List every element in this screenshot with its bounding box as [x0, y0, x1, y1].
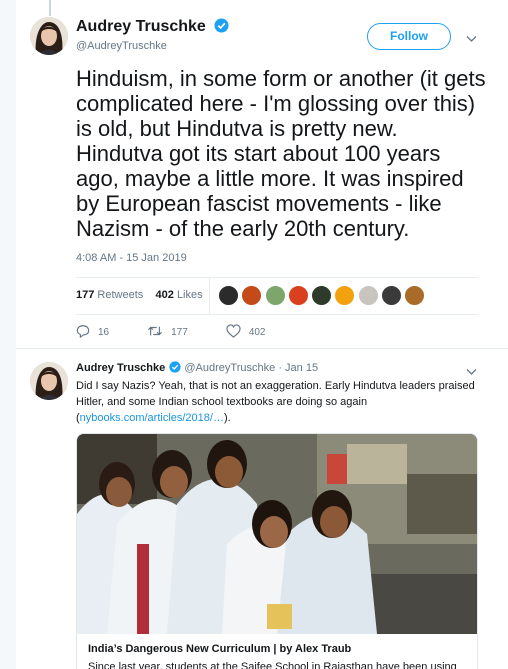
reply-author-avatar[interactable] [30, 362, 68, 400]
liker-avatar-5[interactable] [311, 285, 333, 306]
thread-line-top [49, 0, 51, 16]
reply-count: 16 [98, 327, 110, 338]
card-description: Since last year, students at the Saifee … [88, 661, 457, 669]
retweets-label: Retweets [97, 289, 144, 301]
heart-icon [226, 324, 249, 341]
verified-badge-icon [169, 361, 181, 376]
verified-badge-icon [214, 18, 229, 38]
reply-icon [76, 324, 98, 341]
retweet-button[interactable]: 177 [147, 324, 188, 341]
liker-avatar-7[interactable] [357, 285, 379, 306]
follow-button[interactable]: Follow [367, 23, 451, 50]
stats-divider [209, 278, 210, 314]
reply-header: Audrey Truschke @AudreyTruschke · Jan 15 [76, 361, 318, 376]
liker-avatar-9[interactable] [404, 285, 426, 306]
divider [76, 277, 478, 278]
link-preview-card[interactable]: India’s Dangerous New Curriculum | by Al… [76, 433, 478, 669]
reply-author-name[interactable]: Audrey Truschke [76, 362, 165, 374]
tweet-text: Hinduism, in some form or another (it ge… [76, 66, 486, 241]
likes-count: 402 [155, 289, 174, 301]
reply-button[interactable]: 16 [76, 324, 109, 341]
liker-avatar-3[interactable] [264, 285, 286, 306]
liker-avatar-2[interactable] [241, 285, 263, 306]
reply-text-end: ). [223, 412, 231, 424]
card-title: India’s Dangerous New Curriculum | by Al… [88, 643, 352, 655]
liker-avatars [218, 285, 428, 306]
divider [76, 314, 478, 315]
reply-author-handle[interactable]: @AudreyTruschke [184, 362, 275, 374]
tweet-timestamp[interactable]: 4:08 AM - 15 Jan 2019 [76, 252, 187, 264]
like-button[interactable]: 402 [226, 324, 266, 341]
divider [16, 348, 508, 349]
retweets-count: 177 [76, 289, 95, 301]
reply-text: Did I say Nazis? Yeah, that is not an ex… [76, 378, 476, 426]
retweet-icon [147, 324, 171, 341]
reply-date[interactable]: · Jan 15 [278, 362, 318, 374]
chevron-down-icon[interactable] [466, 30, 477, 48]
retweets-stat[interactable]: 177 Retweets [76, 289, 143, 301]
retweet-count: 177 [171, 327, 188, 338]
liker-avatar-4[interactable] [287, 285, 309, 306]
article-link[interactable]: nybooks.com/articles/2018/… [80, 412, 224, 424]
tweet-actions: 16 177 402 [76, 324, 304, 341]
author-header: Audrey Truschke [76, 18, 229, 38]
tweet-stats: 177 Retweets 402 Likes [76, 289, 203, 301]
author-name[interactable]: Audrey Truschke [76, 18, 206, 35]
liker-avatar-6[interactable] [334, 285, 356, 306]
author-avatar[interactable] [30, 17, 68, 55]
liker-avatar-1[interactable] [218, 285, 239, 306]
article-photo [77, 434, 477, 634]
author-handle[interactable]: @AudreyTruschke [76, 40, 167, 52]
like-count: 402 [248, 327, 266, 338]
likes-stat[interactable]: 402 Likes [156, 289, 203, 301]
likes-label: Likes [176, 289, 203, 301]
liker-avatar-8[interactable] [381, 285, 403, 306]
